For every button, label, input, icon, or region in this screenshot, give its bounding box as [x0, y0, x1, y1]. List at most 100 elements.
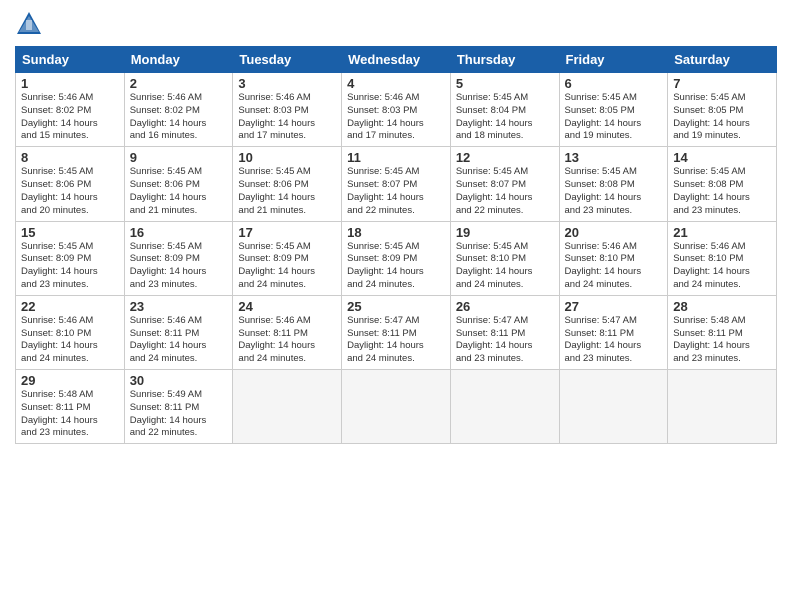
- day-number: 16: [130, 225, 228, 240]
- day-info: Sunrise: 5:46 AMSunset: 8:10 PMDaylight:…: [565, 241, 663, 292]
- col-header-thursday: Thursday: [450, 47, 559, 73]
- day-cell: 17Sunrise: 5:45 AMSunset: 8:09 PMDayligh…: [233, 221, 342, 295]
- day-info: Sunrise: 5:45 AMSunset: 8:06 PMDaylight:…: [238, 166, 336, 217]
- day-number: 5: [456, 76, 554, 91]
- day-info: Sunrise: 5:47 AMSunset: 8:11 PMDaylight:…: [565, 315, 663, 366]
- day-cell: 21Sunrise: 5:46 AMSunset: 8:10 PMDayligh…: [668, 221, 777, 295]
- day-number: 18: [347, 225, 445, 240]
- day-info: Sunrise: 5:45 AMSunset: 8:04 PMDaylight:…: [456, 92, 554, 143]
- page: SundayMondayTuesdayWednesdayThursdayFrid…: [0, 0, 792, 612]
- week-row-1: 1Sunrise: 5:46 AMSunset: 8:02 PMDaylight…: [16, 73, 777, 147]
- day-cell: 30Sunrise: 5:49 AMSunset: 8:11 PMDayligh…: [124, 370, 233, 444]
- day-number: 10: [238, 150, 336, 165]
- day-cell: 8Sunrise: 5:45 AMSunset: 8:06 PMDaylight…: [16, 147, 125, 221]
- day-number: 19: [456, 225, 554, 240]
- day-cell: 12Sunrise: 5:45 AMSunset: 8:07 PMDayligh…: [450, 147, 559, 221]
- day-number: 3: [238, 76, 336, 91]
- day-info: Sunrise: 5:48 AMSunset: 8:11 PMDaylight:…: [673, 315, 771, 366]
- day-cell: 29Sunrise: 5:48 AMSunset: 8:11 PMDayligh…: [16, 370, 125, 444]
- day-cell: 3Sunrise: 5:46 AMSunset: 8:03 PMDaylight…: [233, 73, 342, 147]
- day-cell: 14Sunrise: 5:45 AMSunset: 8:08 PMDayligh…: [668, 147, 777, 221]
- day-number: 15: [21, 225, 119, 240]
- day-cell: 16Sunrise: 5:45 AMSunset: 8:09 PMDayligh…: [124, 221, 233, 295]
- logo: [15, 10, 47, 38]
- day-number: 23: [130, 299, 228, 314]
- day-cell: 25Sunrise: 5:47 AMSunset: 8:11 PMDayligh…: [342, 295, 451, 369]
- day-cell: [668, 370, 777, 444]
- header: [15, 10, 777, 38]
- day-cell: 28Sunrise: 5:48 AMSunset: 8:11 PMDayligh…: [668, 295, 777, 369]
- col-header-sunday: Sunday: [16, 47, 125, 73]
- day-info: Sunrise: 5:45 AMSunset: 8:07 PMDaylight:…: [456, 166, 554, 217]
- day-cell: 5Sunrise: 5:45 AMSunset: 8:04 PMDaylight…: [450, 73, 559, 147]
- day-number: 25: [347, 299, 445, 314]
- day-cell: [450, 370, 559, 444]
- day-cell: 9Sunrise: 5:45 AMSunset: 8:06 PMDaylight…: [124, 147, 233, 221]
- day-cell: 2Sunrise: 5:46 AMSunset: 8:02 PMDaylight…: [124, 73, 233, 147]
- logo-icon: [15, 10, 43, 38]
- day-info: Sunrise: 5:45 AMSunset: 8:09 PMDaylight:…: [130, 241, 228, 292]
- day-cell: 23Sunrise: 5:46 AMSunset: 8:11 PMDayligh…: [124, 295, 233, 369]
- day-info: Sunrise: 5:45 AMSunset: 8:09 PMDaylight:…: [347, 241, 445, 292]
- day-info: Sunrise: 5:46 AMSunset: 8:10 PMDaylight:…: [673, 241, 771, 292]
- day-number: 9: [130, 150, 228, 165]
- col-header-saturday: Saturday: [668, 47, 777, 73]
- day-cell: 13Sunrise: 5:45 AMSunset: 8:08 PMDayligh…: [559, 147, 668, 221]
- day-info: Sunrise: 5:46 AMSunset: 8:11 PMDaylight:…: [238, 315, 336, 366]
- day-number: 24: [238, 299, 336, 314]
- week-row-2: 8 Sunrise: 5:45 AMSunset: 8:06 PMDaylight…: [16, 147, 777, 221]
- day-info: Sunrise: 5:45 AMSunset: 8:08 PMDaylight:…: [673, 166, 771, 217]
- day-number: 14: [673, 150, 771, 165]
- day-cell: 10Sunrise: 5:45 AMSunset: 8:06 PMDayligh…: [233, 147, 342, 221]
- header-row: SundayMondayTuesdayWednesdayThursdayFrid…: [16, 47, 777, 73]
- week-row-4: 22Sunrise: 5:46 AMSunset: 8:10 PMDayligh…: [16, 295, 777, 369]
- day-info: Sunrise: 5:47 AMSunset: 8:11 PMDaylight:…: [347, 315, 445, 366]
- day-cell: 27Sunrise: 5:47 AMSunset: 8:11 PMDayligh…: [559, 295, 668, 369]
- day-info: Sunrise: 5:45 AMSunset: 8:07 PMDaylight:…: [347, 166, 445, 217]
- day-number: 26: [456, 299, 554, 314]
- day-number: 11: [347, 150, 445, 165]
- day-info: Sunrise: 5:46 AMSunset: 8:03 PMDaylight:…: [238, 92, 336, 143]
- day-cell: 11Sunrise: 5:45 AMSunset: 8:07 PMDayligh…: [342, 147, 451, 221]
- day-info: Sunrise: 5:45 AMSunset: 8:05 PMDaylight:…: [565, 92, 663, 143]
- day-cell: 6Sunrise: 5:45 AMSunset: 8:05 PMDaylight…: [559, 73, 668, 147]
- day-cell: 4Sunrise: 5:46 AMSunset: 8:03 PMDaylight…: [342, 73, 451, 147]
- day-info: Sunrise: 5:47 AMSunset: 8:11 PMDaylight:…: [456, 315, 554, 366]
- day-number: 13: [565, 150, 663, 165]
- day-info: Sunrise: 5:45 AMSunset: 8:09 PMDaylight:…: [238, 241, 336, 292]
- day-number: 30: [130, 373, 228, 388]
- day-cell: 1Sunrise: 5:46 AMSunset: 8:02 PMDaylight…: [16, 73, 125, 147]
- week-row-3: 15 Sunrise: 5:45 AMSunset: 8:09 PMDayligh…: [16, 221, 777, 295]
- day-number: 22: [21, 299, 119, 314]
- day-info: Sunrise: 5:45 AMSunset: 8:05 PMDaylight:…: [673, 92, 771, 143]
- col-header-friday: Friday: [559, 47, 668, 73]
- day-number: 27: [565, 299, 663, 314]
- col-header-wednesday: Wednesday: [342, 47, 451, 73]
- day-info: Sunrise: 5:46 AMSunset: 8:10 PMDaylight:…: [21, 315, 119, 366]
- day-cell: [342, 370, 451, 444]
- calendar: SundayMondayTuesdayWednesdayThursdayFrid…: [15, 46, 777, 444]
- day-number: 29: [21, 373, 119, 388]
- day-cell: [233, 370, 342, 444]
- day-info: Sunrise: 5:46 AMSunset: 8:03 PMDaylight:…: [347, 92, 445, 143]
- day-number: 1: [21, 76, 119, 91]
- day-info: Sunrise: 5:46 AMSunset: 8:02 PMDaylight:…: [21, 92, 119, 143]
- day-cell: 7Sunrise: 5:45 AMSunset: 8:05 PMDaylight…: [668, 73, 777, 147]
- day-number: 28: [673, 299, 771, 314]
- day-number: 4: [347, 76, 445, 91]
- day-number: 20: [565, 225, 663, 240]
- col-header-tuesday: Tuesday: [233, 47, 342, 73]
- day-info: Sunrise: 5:46 AMSunset: 8:02 PMDaylight:…: [130, 92, 228, 143]
- day-number: 12: [456, 150, 554, 165]
- day-number: 7: [673, 76, 771, 91]
- day-number: 17: [238, 225, 336, 240]
- day-info: Sunrise: 5:49 AMSunset: 8:11 PMDaylight:…: [130, 389, 228, 440]
- day-info: Sunrise: 5:48 AMSunset: 8:11 PMDaylight:…: [21, 389, 119, 440]
- day-cell: 19Sunrise: 5:45 AMSunset: 8:10 PMDayligh…: [450, 221, 559, 295]
- day-number: 8: [21, 150, 119, 165]
- day-info: Sunrise: 5:45 AMSunset: 8:06 PMDaylight:…: [130, 166, 228, 217]
- day-number: 6: [565, 76, 663, 91]
- day-number: 2: [130, 76, 228, 91]
- day-cell: 20Sunrise: 5:46 AMSunset: 8:10 PMDayligh…: [559, 221, 668, 295]
- day-info: Sunrise: 5:46 AMSunset: 8:11 PMDaylight:…: [130, 315, 228, 366]
